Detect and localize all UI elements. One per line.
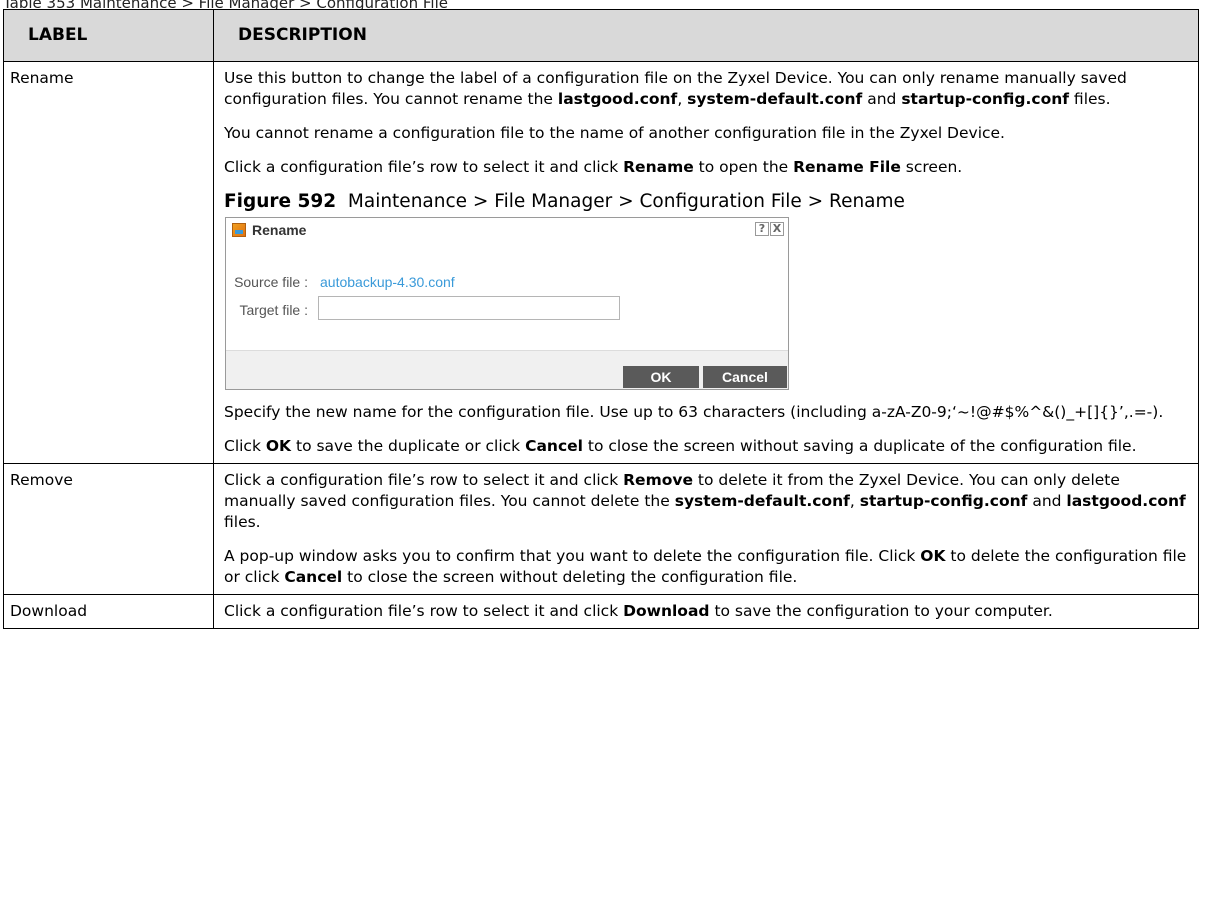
header-description: DESCRIPTION [213,9,1199,62]
rename-para-2: You cannot rename a configuration file t… [224,124,1005,142]
header-label: LABEL [3,9,214,62]
dialog-body: Source file : autobackup-4.30.conf Targe… [226,242,788,346]
target-file-label: Target file : [239,302,308,318]
table-row-remove: Remove Click a configuration file’s row … [3,463,1199,595]
rename-para-3: Click a configuration file’s row to sele… [224,158,963,176]
rename-dialog: Rename ? X Source file : autobackup-4.30… [225,217,789,390]
row-label-download: Download [3,594,214,629]
table-header-row: LABEL DESCRIPTION [3,9,1199,62]
lastgood-conf: lastgood.conf [557,90,678,108]
startup-config-conf: startup-config.conf [901,90,1069,108]
table-row-download: Download Click a configuration file’s ro… [3,594,1199,629]
source-file-value: autobackup-4.30.conf [320,274,455,290]
ok-button[interactable]: OK [623,366,699,388]
row-label-rename: Rename [3,61,214,464]
source-file-label: Source file : [234,274,308,290]
table-row-rename: Rename Use this button to change the lab… [3,61,1199,464]
rename-para-4: Specify the new name for the configurati… [224,403,1164,421]
help-icon[interactable]: ? [755,222,769,236]
dialog-footer: OK Cancel [226,350,788,389]
row-desc-rename: Use this button to change the label of a… [213,61,1199,464]
rename-para-5: Click OK to save the duplicate or click … [224,437,1137,455]
remove-para-2: A pop-up window asks you to confirm that… [224,547,1187,586]
close-icon[interactable]: X [770,222,784,236]
remove-para-1: Click a configuration file’s row to sele… [224,471,1186,531]
dialog-title: Rename [252,222,307,238]
download-para-1: Click a configuration file’s row to sele… [224,602,1053,620]
target-file-input[interactable] [318,296,620,320]
row-desc-remove: Click a configuration file’s row to sele… [213,463,1199,595]
row-label-remove: Remove [3,463,214,595]
rename-para-1: Use this button to change the label of a… [224,69,1127,108]
dialog-title-buttons: ? X [755,222,784,236]
dialog-app-icon [232,223,246,237]
dialog-titlebar: Rename ? X [226,218,788,242]
config-file-table: LABEL DESCRIPTION Rename Use this button… [3,9,1199,629]
cancel-button[interactable]: Cancel [703,366,787,388]
system-default-conf: system-default.conf [687,90,863,108]
row-desc-download: Click a configuration file’s row to sele… [213,594,1199,629]
figure-title: Figure 592 Maintenance > File Manager > … [224,191,905,212]
